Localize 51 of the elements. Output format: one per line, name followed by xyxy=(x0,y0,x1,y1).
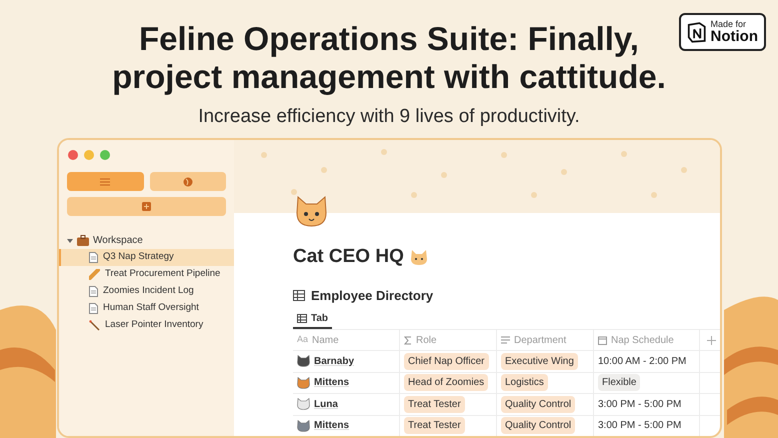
sidebar-item[interactable]: Q3 Nap Strategy xyxy=(59,249,234,266)
schedule-cell-text: 3:00 PM - 5:00 PM xyxy=(598,419,682,434)
workspace-label[interactable]: Workspace xyxy=(93,233,143,248)
schedule-cell-text: 10:00 AM - 2:00 PM xyxy=(598,354,686,369)
notion-logo-icon xyxy=(687,20,707,44)
page-icon xyxy=(89,252,98,263)
cat-face-icon xyxy=(410,248,428,266)
add-button[interactable] xyxy=(67,197,226,216)
table-icon xyxy=(297,314,307,322)
department-tag: Logistics xyxy=(501,374,548,392)
page-icon xyxy=(89,286,98,297)
sigma-icon xyxy=(404,336,412,344)
role-tag: Treat Tester xyxy=(404,417,465,434)
view-tab[interactable]: Tab xyxy=(293,309,332,329)
sidebar-item[interactable]: Human Staff Oversight xyxy=(59,300,234,317)
briefcase-icon xyxy=(77,235,89,246)
calendar-icon xyxy=(598,336,607,344)
page-title: Cat CEO HQ xyxy=(293,245,404,269)
subtitle: Increase efficiency with 9 lives of productivity. xyxy=(198,105,580,129)
headline: Feline Operations Suite: Finally, project management with cattitude. xyxy=(112,20,666,96)
role-tag: Chief Nap Officer xyxy=(404,352,489,370)
add-column-icon[interactable] xyxy=(707,336,716,344)
role-tag: Head of Zoomies xyxy=(404,374,488,392)
wand-icon xyxy=(89,320,100,331)
caret-icon[interactable] xyxy=(67,238,73,244)
list-view-button[interactable] xyxy=(67,172,144,191)
text-property-icon: Aa xyxy=(297,333,308,347)
cat-face-icon xyxy=(294,195,329,227)
lines-icon xyxy=(501,336,510,344)
page-icon xyxy=(89,303,98,314)
department-tag: Quality Control xyxy=(501,396,576,413)
database-title: Employee Directory xyxy=(311,286,434,305)
sidebar-item[interactable]: Zoomies Incident Log xyxy=(59,283,234,300)
plus-icon xyxy=(142,202,151,211)
role-tag: Treat Tester xyxy=(404,396,465,413)
schedule-tag: Flexible xyxy=(598,374,640,392)
schedule-cell-text: 3:00 PM - 5:00 PM xyxy=(598,398,682,412)
sidebar-item[interactable]: Laser Pointer Inventory xyxy=(59,317,234,334)
sidebar-item[interactable]: Treat Procurement Pipeline xyxy=(59,266,234,283)
badge-title: Notion xyxy=(710,29,758,44)
name-cell-text: Mittens xyxy=(314,376,349,390)
name-cell-text: Barnaby xyxy=(314,354,354,369)
globe-icon xyxy=(182,176,193,186)
department-tag: Executive Wing xyxy=(501,352,578,370)
name-cell-text: Mittens xyxy=(314,419,349,434)
list-icon xyxy=(100,178,110,186)
badge-caption: Made for xyxy=(710,20,748,29)
department-tag: Quality Control xyxy=(501,417,576,434)
globe-button[interactable] xyxy=(150,172,226,191)
name-cell-text: Luna xyxy=(314,398,338,412)
table-icon xyxy=(293,290,305,301)
